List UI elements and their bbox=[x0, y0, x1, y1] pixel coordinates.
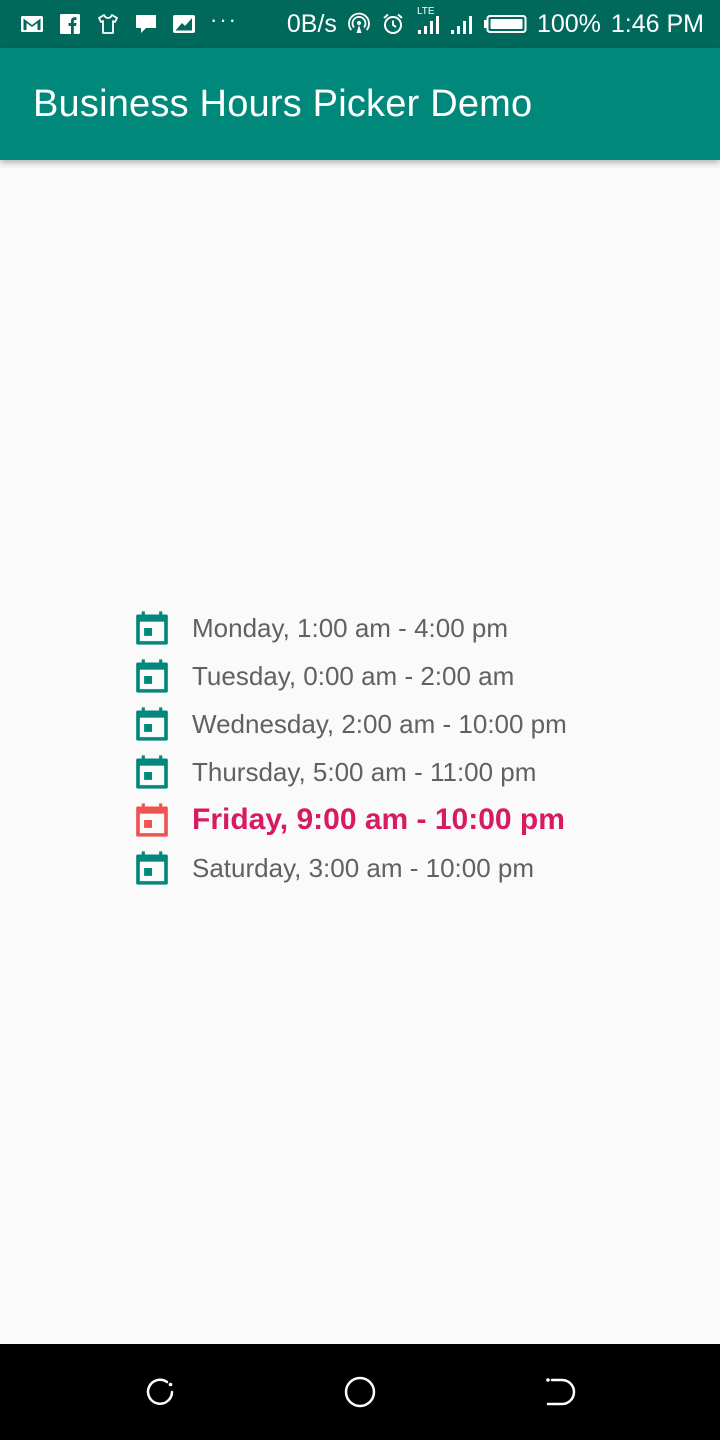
image-icon bbox=[172, 12, 196, 36]
hours-text: Thursday, 5:00 am - 11:00 pm bbox=[192, 756, 537, 787]
app-bar: Business Hours Picker Demo bbox=[0, 48, 720, 160]
calendar-today-icon bbox=[133, 801, 171, 839]
clock: 1:46 PM bbox=[610, 9, 704, 38]
signal-lte-icon: LTE bbox=[415, 6, 439, 36]
calendar-icon bbox=[133, 657, 171, 695]
network-type-label: LTE bbox=[416, 6, 435, 17]
calendar-icon bbox=[133, 849, 171, 887]
calendar-icon bbox=[133, 705, 171, 743]
battery-level: 100% bbox=[536, 9, 601, 38]
hours-text: Wednesday, 2:00 am - 10:00 pm bbox=[192, 708, 567, 739]
calendar-icon bbox=[133, 753, 171, 791]
chat-icon bbox=[134, 12, 158, 36]
navigation-bar bbox=[0, 1344, 720, 1440]
shirt-icon bbox=[96, 12, 120, 36]
network-speed: 0B/s bbox=[286, 9, 337, 38]
hours-text: Tuesday, 0:00 am - 2:00 am bbox=[192, 660, 515, 691]
hotspot-icon bbox=[347, 12, 371, 36]
hours-row-monday: Monday, 1:00 am - 4:00 pm bbox=[133, 604, 673, 652]
hours-row-tuesday: Tuesday, 0:00 am - 2:00 am bbox=[133, 652, 673, 700]
battery-icon bbox=[483, 12, 527, 36]
hours-row-friday-today: Friday, 9:00 am - 10:00 pm bbox=[133, 796, 673, 844]
back-icon[interactable] bbox=[542, 1374, 578, 1410]
hours-row-wednesday: Wednesday, 2:00 am - 10:00 pm bbox=[133, 700, 673, 748]
home-icon[interactable] bbox=[342, 1374, 378, 1410]
hours-row-thursday: Thursday, 5:00 am - 11:00 pm bbox=[133, 748, 673, 796]
hours-text-today: Friday, 9:00 am - 10:00 pm bbox=[192, 803, 565, 836]
hours-row-saturday: Saturday, 3:00 am - 10:00 pm bbox=[133, 844, 673, 892]
signal-icon bbox=[449, 12, 473, 36]
more-dots-icon: ··· bbox=[210, 7, 238, 32]
business-hours-list: Monday, 1:00 am - 4:00 pm Tuesday, 0:00 … bbox=[133, 604, 673, 892]
gmail-icon bbox=[20, 12, 44, 36]
calendar-icon bbox=[133, 609, 171, 647]
facebook-icon bbox=[58, 12, 82, 36]
hours-text: Monday, 1:00 am - 4:00 pm bbox=[192, 612, 509, 643]
app-title: Business Hours Picker Demo bbox=[33, 82, 533, 125]
recent-apps-icon[interactable] bbox=[142, 1374, 178, 1410]
status-bar: ··· 0B/s LTE 100% 1:46 PM bbox=[0, 0, 720, 48]
alarm-icon bbox=[381, 12, 405, 36]
hours-text: Saturday, 3:00 am - 10:00 pm bbox=[192, 852, 535, 883]
